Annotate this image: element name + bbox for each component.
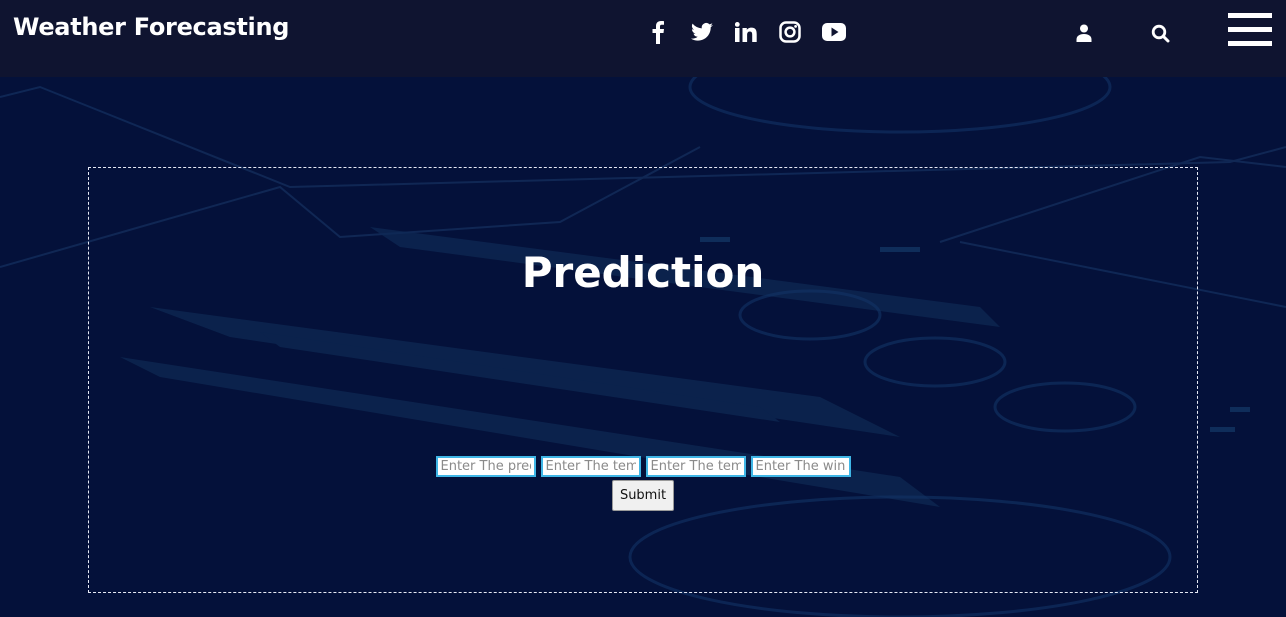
wind-input[interactable] [750,456,851,477]
linkedin-icon[interactable] [734,20,758,44]
temp-min-input[interactable] [645,456,746,477]
page-title: Prediction [521,248,765,297]
prediction-form: Submit [89,456,1197,511]
top-navbar: Weather Forecasting [0,0,1286,77]
social-links [646,18,866,46]
facebook-icon[interactable] [646,20,670,44]
instagram-icon[interactable] [778,20,802,44]
youtube-icon[interactable] [822,20,846,44]
submit-button[interactable]: Submit [611,480,675,511]
prediction-panel: Prediction Submit [88,167,1198,593]
input-row [89,456,1197,477]
temp-max-input[interactable] [540,456,641,477]
page: Weather Forecasting Prediction Enter The… [0,0,1286,617]
site-brand[interactable]: Weather Forecasting [13,13,289,41]
hamburger-menu-icon[interactable] [1228,13,1272,49]
precipitation-input[interactable] [435,456,536,477]
user-icon[interactable] [1073,22,1095,44]
search-icon[interactable] [1149,22,1171,44]
twitter-icon[interactable] [690,20,714,44]
